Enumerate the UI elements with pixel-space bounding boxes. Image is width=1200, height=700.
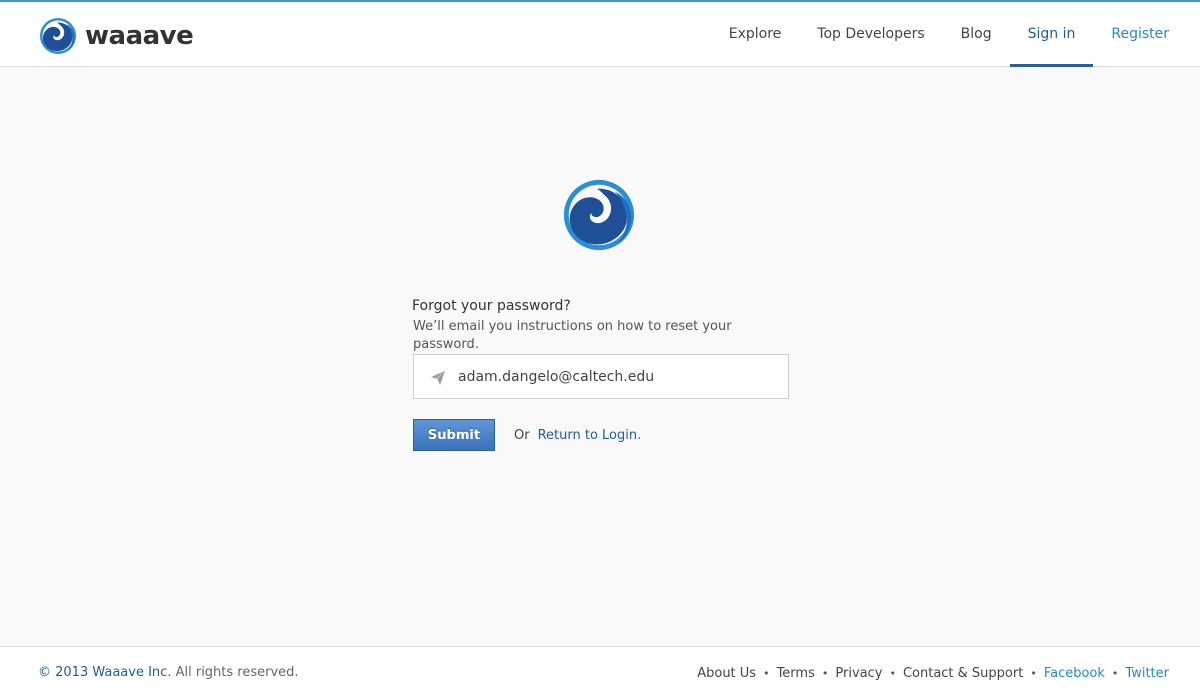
nav-top-developers[interactable]: Top Developers — [799, 2, 942, 66]
nav-blog[interactable]: Blog — [943, 2, 1010, 66]
form-subtitle: We’ll email you instructions on how to r… — [413, 319, 732, 352]
main-nav: Explore Top Developers Blog Sign in Regi… — [711, 2, 1200, 67]
footer-links: About Us • Terms • Privacy • Contact & S… — [697, 647, 1169, 699]
footer-separator: • — [763, 666, 770, 680]
return-to-login-link[interactable]: Return to Login. — [538, 428, 642, 443]
copyright-text: All rights reserved. — [175, 665, 299, 680]
site-header: waaave Explore Top Developers Blog Sign … — [0, 2, 1200, 67]
form-heading: Forgot your password? — [412, 298, 571, 314]
email-input[interactable] — [458, 355, 778, 398]
copyright-company-link[interactable]: © 2013 Waaave Inc. — [38, 665, 171, 680]
forgot-password-form: Forgot your password? We’ll email you in… — [412, 296, 792, 451]
nav-sign-in[interactable]: Sign in — [1009, 2, 1094, 67]
footer-link-contact[interactable]: Contact & Support — [903, 666, 1023, 681]
submit-button[interactable]: Submit — [413, 419, 495, 451]
main-content: Forgot your password? We’ll email you in… — [0, 67, 1200, 646]
brand-name: waaave — [85, 21, 194, 51]
form-actions: Submit Or Return to Login. — [413, 419, 641, 451]
paper-plane-icon — [431, 371, 445, 385]
copyright: © 2013 Waaave Inc. All rights reserved. — [38, 647, 299, 699]
footer-separator: • — [1030, 666, 1037, 680]
site-footer: © 2013 Waaave Inc. All rights reserved. … — [0, 646, 1200, 700]
wave-logo-icon — [40, 18, 76, 54]
footer-link-privacy[interactable]: Privacy — [835, 666, 882, 681]
footer-separator: • — [889, 666, 896, 680]
nav-register[interactable]: Register — [1093, 2, 1200, 66]
wave-logo-icon — [563, 179, 635, 251]
footer-link-terms[interactable]: Terms — [777, 666, 815, 681]
email-field[interactable] — [413, 354, 789, 399]
footer-link-facebook[interactable]: Facebook — [1044, 666, 1105, 681]
brand-logo-link[interactable]: waaave — [38, 16, 194, 56]
footer-link-twitter[interactable]: Twitter — [1125, 666, 1169, 681]
footer-separator: • — [1111, 666, 1119, 680]
footer-link-about[interactable]: About Us — [697, 666, 756, 681]
footer-separator: • — [821, 666, 829, 680]
or-text: Or — [514, 427, 530, 443]
nav-explore[interactable]: Explore — [711, 2, 800, 66]
